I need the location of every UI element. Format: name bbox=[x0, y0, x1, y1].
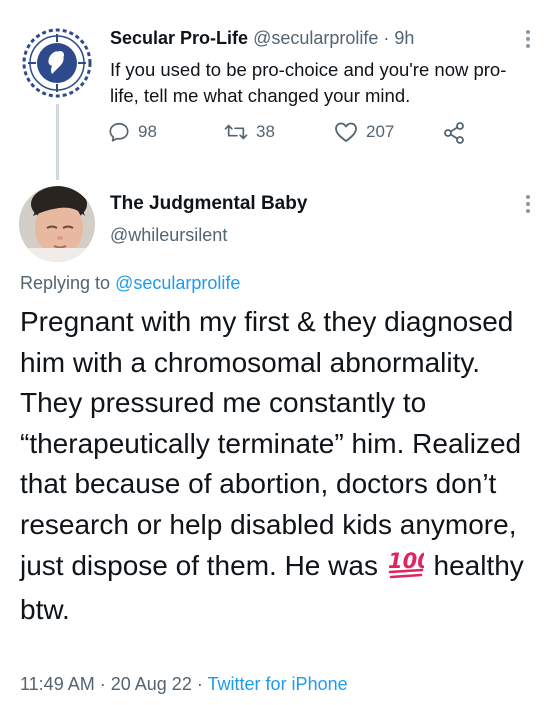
reply-text-main: Pregnant with my first & they diagnosed … bbox=[20, 306, 522, 581]
baby-photo bbox=[19, 186, 95, 262]
hundred-points-icon: 100 bbox=[388, 549, 432, 591]
tweet-timestamp[interactable]: 11:49 AM bbox=[20, 674, 95, 694]
parent-author-name[interactable]: Secular Pro-Life bbox=[110, 28, 248, 48]
parent-tweet-text: If you used to be pro-choice and you're … bbox=[110, 59, 507, 106]
secular-prolife-avatar[interactable] bbox=[20, 26, 94, 100]
tweet-metadata: 11:49 AM · 20 Aug 22 · Twitter for iPhon… bbox=[20, 674, 348, 695]
reply-author-handle[interactable]: @whileursilent bbox=[110, 225, 227, 246]
more-options-icon[interactable] bbox=[518, 30, 538, 54]
header-separator: · bbox=[383, 28, 390, 48]
replying-to-line: Replying to @secularprolife bbox=[20, 273, 240, 294]
judgmental-baby-avatar[interactable] bbox=[19, 186, 95, 262]
reply-author-name[interactable]: The Judgmental Baby bbox=[110, 193, 307, 215]
thread-connector-line bbox=[56, 104, 59, 180]
reply-tweet-text: Pregnant with my first & they diagnosed … bbox=[20, 302, 545, 631]
like-count: 207 bbox=[366, 122, 395, 141]
like-button[interactable]: 207 bbox=[334, 121, 394, 143]
parent-tweet-header: Secular Pro-Life @secularprolife · 9h bbox=[110, 28, 414, 49]
more-options-icon[interactable] bbox=[518, 195, 538, 219]
meta-separator: · bbox=[99, 674, 106, 694]
reply-icon bbox=[109, 122, 129, 142]
retweet-count: 38 bbox=[256, 122, 275, 141]
tweet-date[interactable]: 20 Aug 22 bbox=[111, 674, 192, 694]
parent-tweet[interactable]: Secular Pro-Life @secularprolife · 9h If… bbox=[0, 0, 555, 180]
share-button[interactable] bbox=[442, 121, 474, 145]
reply-button[interactable]: 98 bbox=[108, 121, 157, 143]
like-icon bbox=[335, 122, 357, 142]
parent-tweet-time[interactable]: 9h bbox=[394, 28, 414, 48]
retweet-button[interactable]: 38 bbox=[224, 121, 275, 143]
retweet-icon bbox=[224, 124, 248, 140]
share-icon bbox=[444, 122, 464, 144]
replying-to-mention[interactable]: @secularprolife bbox=[115, 273, 240, 293]
reply-count: 98 bbox=[138, 122, 157, 141]
parent-tweet-actions: 98 38 207 bbox=[108, 121, 488, 151]
meta-separator: · bbox=[196, 674, 203, 694]
parent-author-handle[interactable]: @secularprolife bbox=[253, 28, 378, 48]
replying-to-label: Replying to bbox=[20, 273, 111, 293]
tweet-source-link[interactable]: Twitter for iPhone bbox=[208, 674, 348, 694]
org-logo-icon bbox=[22, 28, 92, 98]
